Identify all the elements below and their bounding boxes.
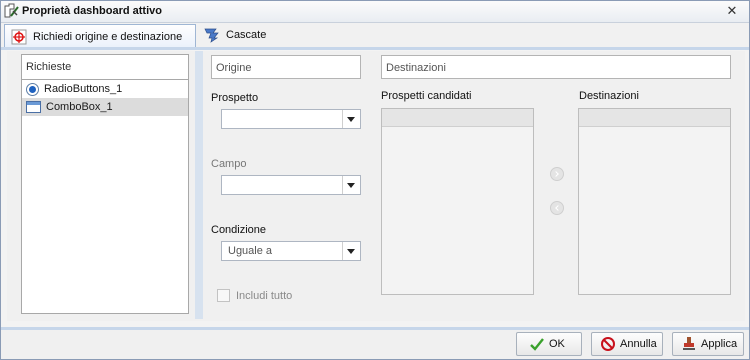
candidates-list-header [382, 109, 533, 127]
tab-request-origin-destination[interactable]: Richiedi origine e destinazione [4, 24, 196, 48]
origin-header-label: Origine [216, 62, 252, 74]
tab-strip: Richiedi origine e destinazione Cascate [1, 23, 749, 48]
tab-cascade[interactable]: Cascate [198, 24, 278, 46]
checkmark-icon [530, 338, 544, 351]
targets-list[interactable] [578, 108, 731, 295]
requests-header: Richieste [22, 55, 188, 80]
cancel-button[interactable]: Annulla [591, 332, 663, 356]
radio-button-icon [26, 82, 39, 96]
ok-button[interactable]: OK [516, 332, 582, 356]
origin-panel: Origine Prospetto Campo Condizione Ugual… [205, 51, 375, 319]
chevron-down-icon [342, 176, 360, 194]
tab-label: Richiedi origine e destinazione [33, 30, 183, 43]
field-select[interactable] [221, 175, 361, 195]
close-icon: ✕ [726, 3, 738, 18]
requests-panel: Richieste RadioButtons_1 ComboBox_1 [21, 54, 189, 314]
origin-header: Origine [211, 55, 361, 79]
destinations-header-label: Destinazioni [386, 62, 446, 74]
condition-label: Condizione [211, 224, 267, 236]
combobox-icon [26, 101, 41, 113]
apply-label: Applica [701, 338, 738, 350]
target-icon [11, 29, 27, 44]
apply-button[interactable]: Applica [672, 332, 744, 356]
field-label: Campo [211, 158, 247, 170]
condition-select[interactable]: Uguale a [221, 241, 361, 261]
window-title: Proprietà dashboard attivo [22, 5, 162, 17]
targets-label: Destinazioni [579, 90, 639, 102]
dialog-window: Proprietà dashboard attivo ✕ Richiedi or… [0, 0, 750, 360]
include-all-label: Includi tutto [236, 289, 293, 302]
include-all-checkbox[interactable] [217, 289, 230, 302]
cascade-icon [204, 28, 219, 43]
dashboard-properties-icon [4, 3, 19, 18]
stamp-icon [683, 337, 695, 350]
cancel-icon [601, 337, 615, 351]
tab-content: Richieste RadioButtons_1 ComboBox_1 Orig… [7, 51, 745, 321]
candidates-label: Prospetti candidati [381, 90, 472, 102]
panel-divider [195, 51, 203, 319]
report-label: Prospetto [211, 92, 259, 104]
list-item-label: RadioButtons_1 [44, 83, 123, 95]
list-item[interactable]: ComboBox_1 [22, 98, 188, 116]
add-destination-button[interactable] [550, 167, 564, 181]
tab-label: Cascate [226, 29, 267, 41]
include-all-checkbox-row[interactable]: Includi tutto [217, 289, 292, 302]
chevron-down-icon [342, 242, 360, 260]
targets-list-header [579, 109, 730, 127]
footer-bar: OK Annulla Applica [1, 330, 749, 359]
ok-label: OK [549, 338, 565, 350]
tab-underline [1, 47, 749, 50]
destinations-header: Destinazioni [381, 55, 731, 79]
list-item-label: ComboBox_1 [46, 101, 113, 113]
requests-header-label: Richieste [26, 61, 72, 73]
close-button[interactable]: ✕ [725, 4, 739, 18]
title-bar: Proprietà dashboard attivo ✕ [1, 1, 749, 23]
list-item[interactable]: RadioButtons_1 [22, 80, 188, 98]
cancel-label: Annulla [620, 338, 657, 350]
report-select[interactable] [221, 109, 361, 129]
condition-select-value: Uguale a [228, 245, 273, 257]
candidates-list[interactable] [381, 108, 534, 295]
remove-destination-button[interactable] [550, 201, 564, 215]
chevron-down-icon [342, 110, 360, 128]
